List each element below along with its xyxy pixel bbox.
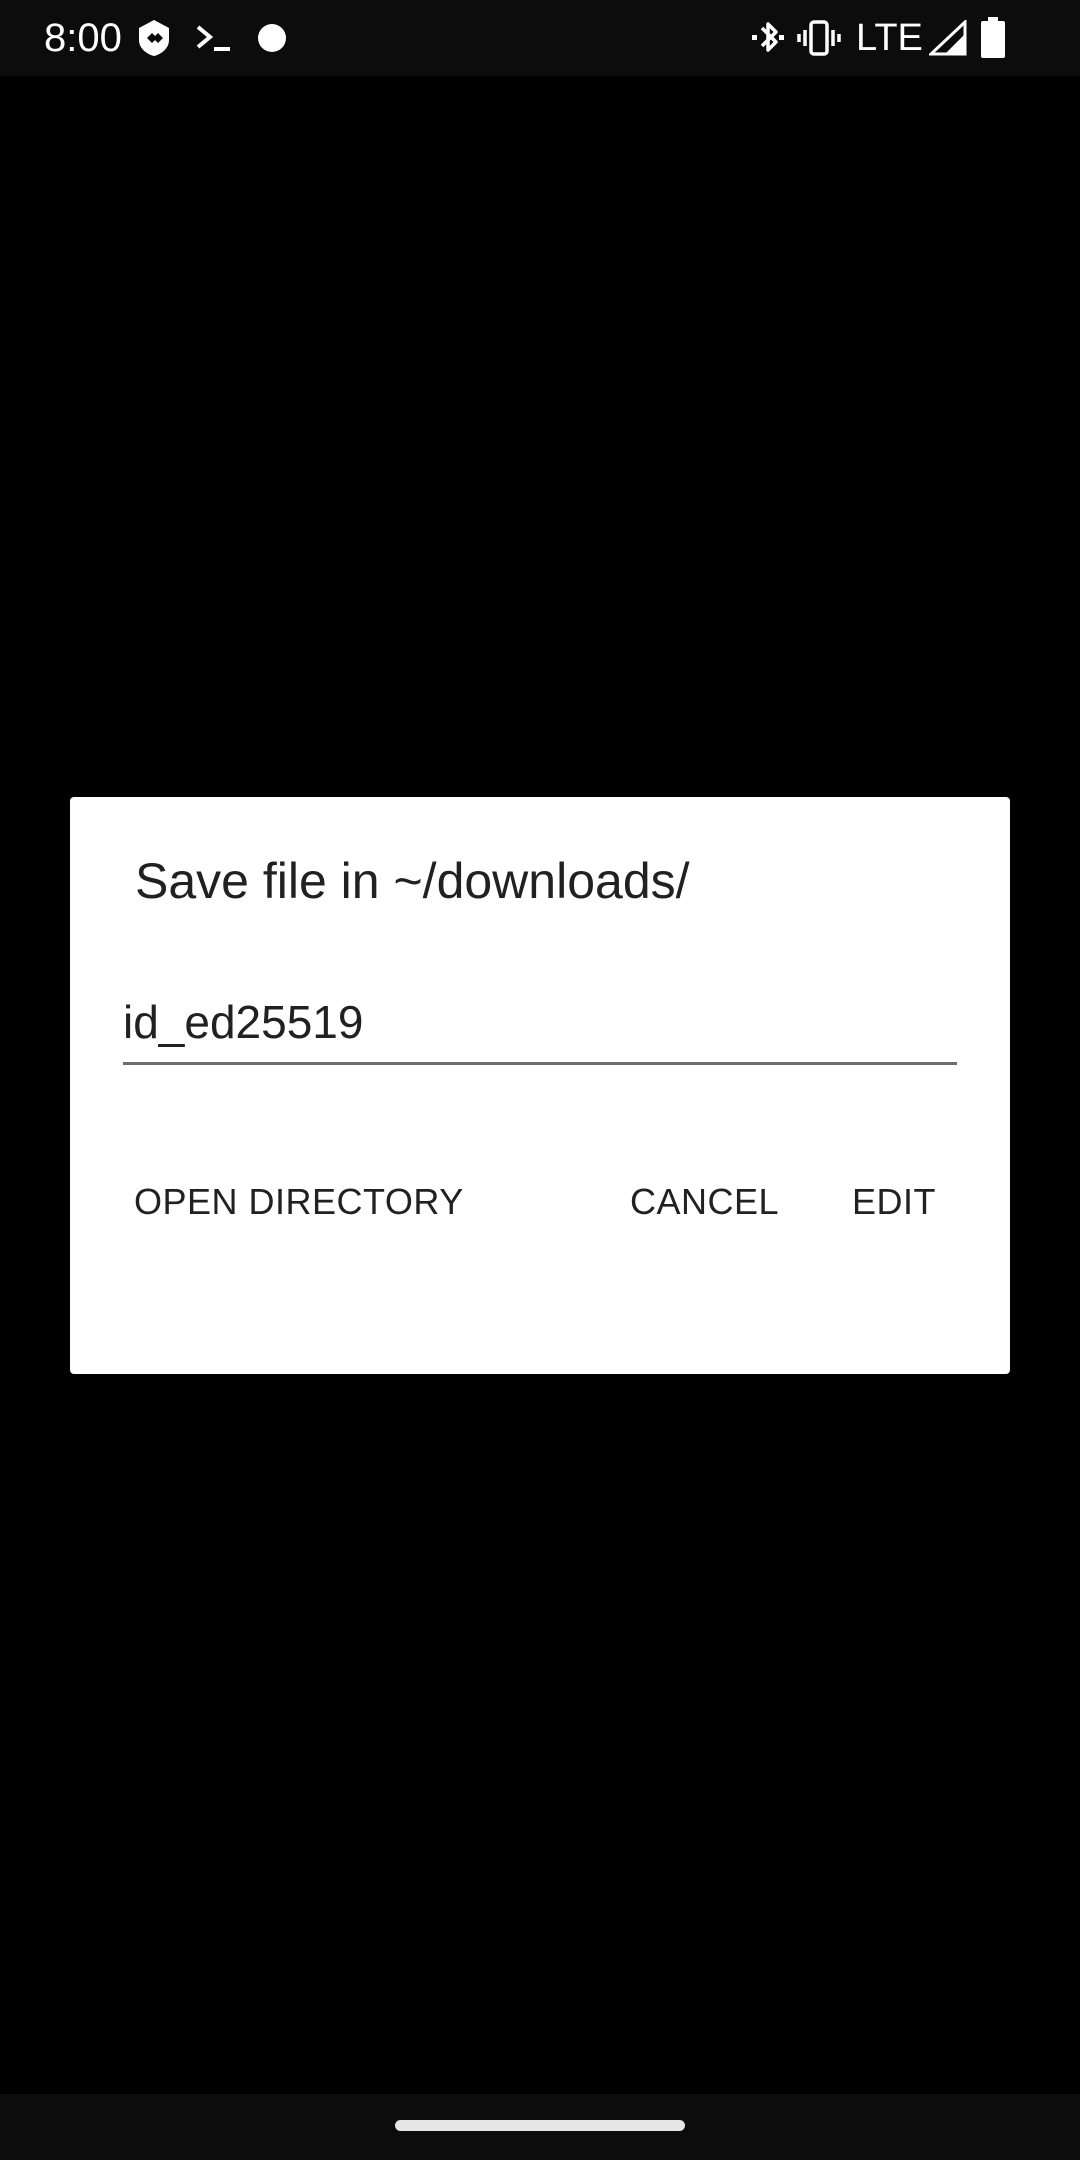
screen: 8:00 LTE Save file in ~/downloads/ id_ed… — [0, 0, 1080, 2160]
edit-button[interactable]: EDIT — [852, 1167, 936, 1237]
network-type: LTE — [856, 17, 923, 59]
battery-icon — [978, 14, 1008, 62]
save-file-dialog: Save file in ~/downloads/ OPEN DIRECTORY… — [70, 797, 1010, 1374]
bluetooth-icon — [746, 14, 790, 62]
terminal-icon — [192, 14, 236, 62]
vibrate-icon — [796, 14, 842, 62]
dot-icon — [256, 14, 288, 62]
signal-icon — [928, 14, 968, 62]
open-directory-button[interactable]: OPEN DIRECTORY — [134, 1167, 464, 1237]
home-gesture-handle[interactable] — [395, 2120, 685, 2131]
navigation-bar — [0, 2094, 1080, 2160]
cancel-button[interactable]: CANCEL — [630, 1167, 779, 1237]
status-bar: 8:00 LTE — [0, 0, 1080, 76]
dialog-title: Save file in ~/downloads/ — [135, 853, 690, 909]
status-time: 8:00 — [44, 16, 122, 60]
shield-notification-icon — [134, 14, 174, 62]
filename-input[interactable] — [123, 982, 957, 1065]
